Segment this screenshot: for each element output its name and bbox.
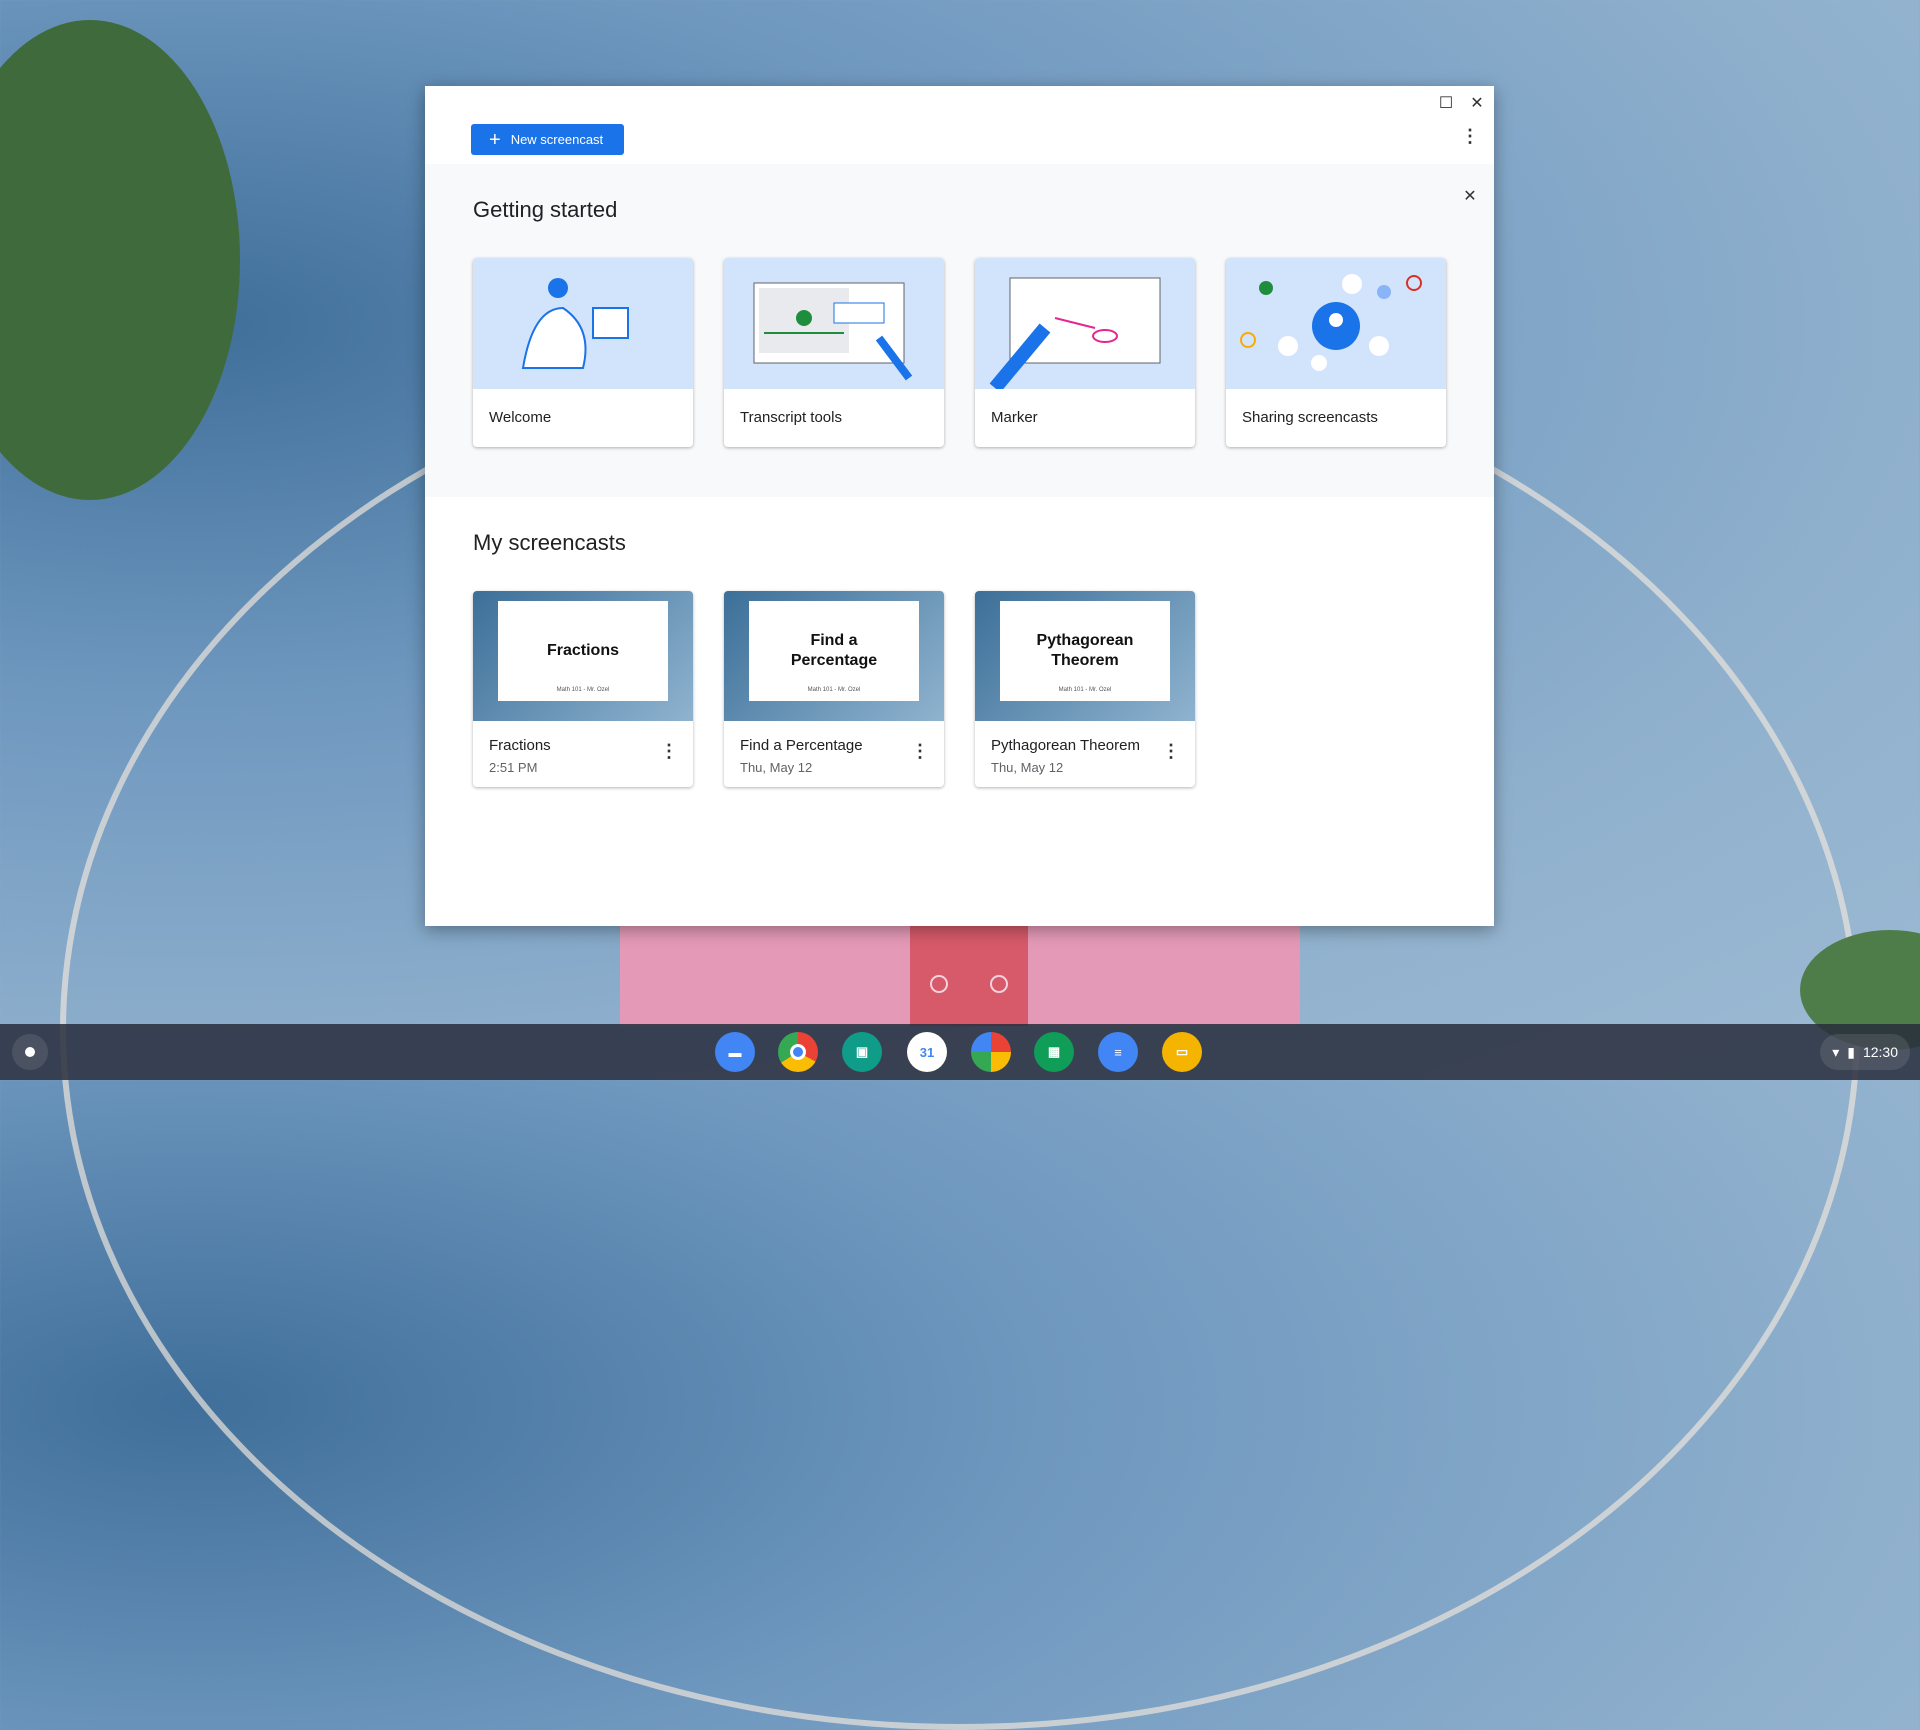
launcher-button[interactable]: [12, 1034, 48, 1070]
section-title: Getting started: [473, 197, 618, 222]
maximize-icon[interactable]: ☐: [1434, 92, 1458, 116]
files-app-icon[interactable]: ▬: [715, 1032, 755, 1072]
new-screencast-button[interactable]: + New screencast: [471, 124, 624, 155]
slide-subtitle: Math 101 - Mr. Ozel: [556, 687, 610, 693]
slide-subtitle: Math 101 - Mr. Ozel: [807, 687, 861, 693]
tutorial-card-marker[interactable]: Marker: [975, 258, 1195, 447]
getting-started-section: ✕ Getting started Welcome Transcript too…: [425, 164, 1494, 497]
screencast-thumbnail: Pythagorean Theorem Math 101 - Mr. Ozel: [975, 591, 1195, 721]
clock: 12:30: [1862, 1044, 1898, 1060]
section-title: My screencasts: [473, 530, 626, 555]
screencast-card[interactable]: Pythagorean Theorem Math 101 - Mr. Ozel P…: [975, 591, 1195, 787]
launcher-icon: [25, 1047, 35, 1057]
wallpaper-circle: [990, 975, 1008, 993]
screencast-date: 2:51 PM: [489, 760, 538, 775]
more-vert-icon[interactable]: ⋮: [659, 741, 679, 762]
battery-icon: ▮: [1847, 1043, 1855, 1060]
card-label: Welcome: [489, 409, 552, 426]
card-label: Sharing screencasts: [1242, 409, 1378, 426]
new-screencast-label: New screencast: [510, 132, 604, 147]
classroom-app-icon[interactable]: ▣: [842, 1032, 882, 1072]
more-vert-icon[interactable]: ⋮: [1460, 126, 1480, 147]
more-vert-icon[interactable]: ⋮: [910, 741, 930, 762]
sheets-app-icon[interactable]: ▦: [1034, 1032, 1074, 1072]
dismiss-getting-started-icon[interactable]: ✕: [1458, 185, 1482, 209]
photos-app-icon[interactable]: [971, 1032, 1011, 1072]
tutorial-card-transcript-tools[interactable]: Transcript tools: [724, 258, 944, 447]
transcript-illustration: [724, 258, 944, 389]
screencast-app-window: ☐ ✕ + New screencast ⋮ ✕ Getting started…: [425, 86, 1494, 926]
sharing-illustration: [1226, 258, 1446, 389]
slide-title: Pythagorean Theorem: [1036, 632, 1134, 669]
close-icon[interactable]: ✕: [1465, 92, 1489, 116]
slides-app-icon[interactable]: ▭: [1162, 1032, 1202, 1072]
screencast-title: Fractions: [489, 737, 551, 754]
tutorial-card-sharing[interactable]: Sharing screencasts: [1226, 258, 1446, 447]
status-tray[interactable]: ▾ ▮ 12:30: [1820, 1034, 1910, 1070]
screencast-title: Pythagorean Theorem: [991, 737, 1140, 754]
slide-title: Find a Percentage: [790, 632, 878, 669]
shelf: ▬ ▣ 31 ▦ ≡ ▭ ▾ ▮ 12:30: [0, 1024, 1920, 1080]
screencast-thumbnail: Find a Percentage Math 101 - Mr. Ozel: [724, 591, 944, 721]
wallpaper-shape: [910, 926, 1028, 1026]
card-label: Transcript tools: [740, 409, 842, 426]
screencast-title: Find a Percentage: [740, 737, 863, 754]
more-vert-icon[interactable]: ⋮: [1161, 741, 1181, 762]
wallpaper-circle: [930, 975, 948, 993]
screencast-card[interactable]: Fractions Math 101 - Mr. Ozel Fractions 2…: [473, 591, 693, 787]
marker-illustration: [975, 258, 1195, 393]
welcome-illustration: [473, 258, 693, 389]
wallpaper-plant: [0, 20, 240, 500]
screencast-date: Thu, May 12: [740, 760, 813, 775]
wifi-icon: ▾: [1832, 1043, 1840, 1060]
plus-icon: +: [489, 128, 501, 151]
screencast-thumbnail: Fractions Math 101 - Mr. Ozel: [473, 591, 693, 721]
docs-app-icon[interactable]: ≡: [1098, 1032, 1138, 1072]
card-label: Marker: [991, 409, 1038, 426]
screencast-date: Thu, May 12: [991, 760, 1064, 775]
screencast-card[interactable]: Find a Percentage Math 101 - Mr. Ozel Fin…: [724, 591, 944, 787]
chrome-app-icon[interactable]: [778, 1032, 818, 1072]
tutorial-card-welcome[interactable]: Welcome: [473, 258, 693, 447]
slide-subtitle: Math 101 - Mr. Ozel: [1058, 687, 1112, 693]
slide-title: Fractions: [546, 642, 619, 659]
calendar-app-icon[interactable]: 31: [907, 1032, 947, 1072]
